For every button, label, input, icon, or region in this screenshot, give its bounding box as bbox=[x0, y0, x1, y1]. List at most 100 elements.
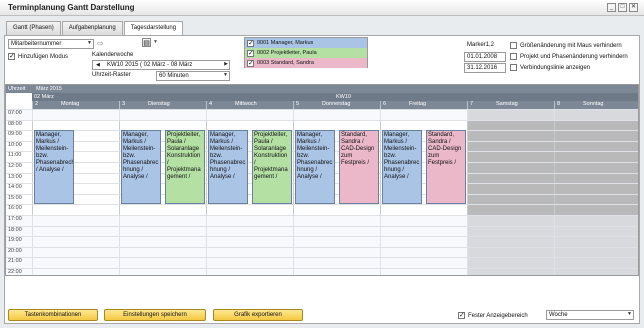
next-week-icon[interactable]: ▶ bbox=[224, 61, 228, 67]
calendar-icon[interactable]: ▤ bbox=[142, 38, 151, 47]
appointment-bar[interactable]: Manager, Markus / Meilenstein- bzw. Phas… bbox=[295, 130, 335, 205]
day-header-0: 2 Montag bbox=[32, 101, 119, 109]
tab-strip: Gantt (Phasen) Aufgabenplanung Tagesdars… bbox=[6, 21, 184, 36]
mode-select[interactable]: Mitarbeiternummer ▼ bbox=[8, 39, 94, 49]
resource-list: 0001 Manager, Markus 0002 Projektleiter,… bbox=[244, 37, 368, 68]
hour-label: 09:00 bbox=[8, 131, 22, 138]
option-connection-lines[interactable]: Verbindungslinie anzeigen bbox=[510, 64, 590, 71]
resource-label: 0001 Manager, Markus bbox=[257, 40, 314, 46]
tab-aufgabenplanung[interactable]: Aufgabenplanung bbox=[61, 21, 123, 35]
shortcuts-button[interactable]: Tastenkombinationen bbox=[8, 309, 98, 321]
appointment-bar[interactable]: Manager, Markus / Meilenstein- bzw. Phas… bbox=[382, 130, 422, 205]
appointment-bar[interactable]: Projektleiter, Paula / Solaranlage Konst… bbox=[165, 130, 205, 205]
hour-label: 07:00 bbox=[8, 110, 22, 116]
project-lock-checkbox[interactable] bbox=[510, 53, 517, 60]
range-select[interactable]: Woche ▼ bbox=[546, 310, 634, 320]
save-settings-button[interactable]: Einstellungen speichern bbox=[104, 309, 206, 321]
hour-label: 12:00 bbox=[8, 163, 22, 169]
day-number: 7 bbox=[470, 101, 474, 107]
date-start-header: 02 März bbox=[34, 94, 54, 100]
close-button[interactable]: ✕ bbox=[629, 3, 638, 12]
prev-week-icon[interactable]: ◀ bbox=[96, 62, 100, 68]
day-number: 5 bbox=[296, 101, 300, 107]
hour-row bbox=[6, 257, 638, 268]
calendar-week-field[interactable]: ◀ KW10 2015 ( 02 März - 08 März ▶ bbox=[92, 60, 230, 70]
time-grid-label: Uhrzeit-Raster bbox=[92, 72, 131, 78]
appointment-bar[interactable]: Projektleiter, Paula / Solaranlage Konst… bbox=[252, 130, 292, 205]
hour-row bbox=[6, 109, 638, 120]
hour-label: 14:00 bbox=[8, 184, 22, 191]
fixed-range-checkbox[interactable] bbox=[458, 311, 465, 319]
resource-row-standard[interactable]: 0003 Standard, Sandra bbox=[245, 58, 367, 68]
hour-label: 15:00 bbox=[8, 194, 22, 201]
gantt-chart: Uhrzeit März 2015 02 März KW10 2 Montag 3 D… bbox=[5, 84, 639, 276]
forward-arrow-icon[interactable]: ⇨ bbox=[97, 39, 104, 48]
resource-checkbox[interactable] bbox=[247, 59, 254, 67]
title-bar: Terminplanung Gantt Darstellung _ □ ✕ bbox=[0, 0, 644, 16]
appointment-bar[interactable]: Standard, Sandra / CAD-Design zum Festpr… bbox=[339, 130, 379, 205]
appointment-bar[interactable]: Manager, Markus / Meilenstein- bzw. Phas… bbox=[208, 130, 248, 205]
hour-label: 19:00 bbox=[8, 237, 22, 244]
mode-select-value: Mitarbeiternummer bbox=[11, 41, 62, 47]
time-header: Uhrzeit bbox=[8, 86, 26, 92]
resource-checkbox[interactable] bbox=[247, 39, 254, 47]
day-header-2: 4 Mittwoch bbox=[206, 101, 293, 109]
chevron-down-icon: ▼ bbox=[627, 311, 632, 317]
time-grid-value: 60 Minuten bbox=[159, 73, 189, 79]
date-from-value: 01.01.2008 bbox=[467, 54, 498, 60]
add-mode-option[interactable]: Hinzufügen Modus bbox=[8, 52, 69, 61]
hour-label: 20:00 bbox=[8, 247, 22, 254]
hour-row bbox=[6, 215, 638, 226]
export-graphic-button[interactable]: Grafik exportieren bbox=[213, 309, 303, 321]
resize-lock-checkbox[interactable] bbox=[510, 42, 517, 49]
day-header-5: 7 Samstag bbox=[467, 101, 554, 109]
appointment-bar[interactable]: Standard, Sandra / CAD-Design zum Festpr… bbox=[426, 130, 466, 205]
hour-row bbox=[6, 204, 638, 215]
add-mode-label: Hinzufügen Modus bbox=[18, 54, 69, 61]
maximize-button[interactable]: □ bbox=[618, 3, 627, 12]
gantt-header-top bbox=[6, 85, 638, 93]
resource-label: 0003 Standard, Sandra bbox=[257, 60, 314, 66]
connection-lines-label: Verbindungslinie anzeigen bbox=[520, 65, 591, 72]
tab-tagesdarstellung[interactable]: Tagesdarstellung bbox=[123, 21, 184, 36]
day-header-1: 3 Dienstag bbox=[119, 101, 206, 109]
day-name: Donnerstag bbox=[322, 101, 351, 107]
project-lock-label: Projekt und Phasenänderung verhindern bbox=[520, 54, 628, 61]
hour-row bbox=[6, 246, 638, 258]
hour-label: 16:00 bbox=[8, 205, 22, 212]
day-name: Sonntag bbox=[583, 101, 604, 107]
hour-label: 17:00 bbox=[8, 216, 22, 222]
resource-row-manager[interactable]: 0001 Manager, Markus bbox=[245, 38, 367, 48]
minimize-button[interactable]: _ bbox=[607, 3, 616, 12]
calendar-dropdown-icon[interactable]: ▼ bbox=[153, 39, 158, 45]
marker-label: Marker1,2 bbox=[467, 42, 495, 48]
hour-label: 13:00 bbox=[8, 173, 22, 180]
range-value: Woche bbox=[549, 312, 568, 318]
fixed-range-label: Fester Anzeigebereich bbox=[468, 313, 528, 320]
day-number: 6 bbox=[383, 101, 387, 107]
day-number: 2 bbox=[35, 101, 39, 107]
resource-row-projektleiter[interactable]: 0002 Projektleiter, Paula bbox=[245, 48, 367, 58]
calendar-week-value: KW10 2015 ( 02 März - 08 März bbox=[107, 62, 193, 68]
hour-label: 22:00 bbox=[8, 269, 22, 275]
connection-lines-checkbox[interactable] bbox=[510, 64, 517, 71]
option-project-lock[interactable]: Projekt und Phasenänderung verhindern bbox=[510, 53, 628, 60]
appointment-bar[interactable]: Manager, Markus / Meilenstein- bzw. Phas… bbox=[121, 130, 161, 205]
tab-gantt-phasen[interactable]: Gantt (Phasen) bbox=[6, 21, 61, 35]
calendar-week-label: Kalenderwoche bbox=[92, 52, 134, 58]
hour-row bbox=[6, 119, 638, 131]
fixed-range-option[interactable]: Fester Anzeigebereich bbox=[458, 311, 528, 320]
hour-row bbox=[6, 236, 638, 247]
time-grid-select[interactable]: 60 Minuten ▼ bbox=[156, 71, 230, 81]
add-mode-checkbox[interactable] bbox=[8, 52, 15, 60]
date-to-field[interactable]: 31.12.2016 bbox=[464, 63, 506, 73]
option-resize-lock[interactable]: Größenänderung mit Maus verhindern bbox=[510, 42, 622, 49]
hour-row bbox=[6, 225, 638, 237]
day-name: Dienstag bbox=[148, 101, 170, 107]
appointment-bar[interactable]: Manager, Markus / Meilenstein- bzw. Phas… bbox=[34, 130, 74, 205]
date-from-field[interactable]: 01.01.2008 bbox=[464, 52, 506, 62]
resource-checkbox[interactable] bbox=[247, 49, 254, 57]
chevron-down-icon: ▼ bbox=[87, 40, 92, 46]
day-header-3: 5 Donnerstag bbox=[293, 101, 380, 109]
hour-row bbox=[6, 268, 638, 275]
